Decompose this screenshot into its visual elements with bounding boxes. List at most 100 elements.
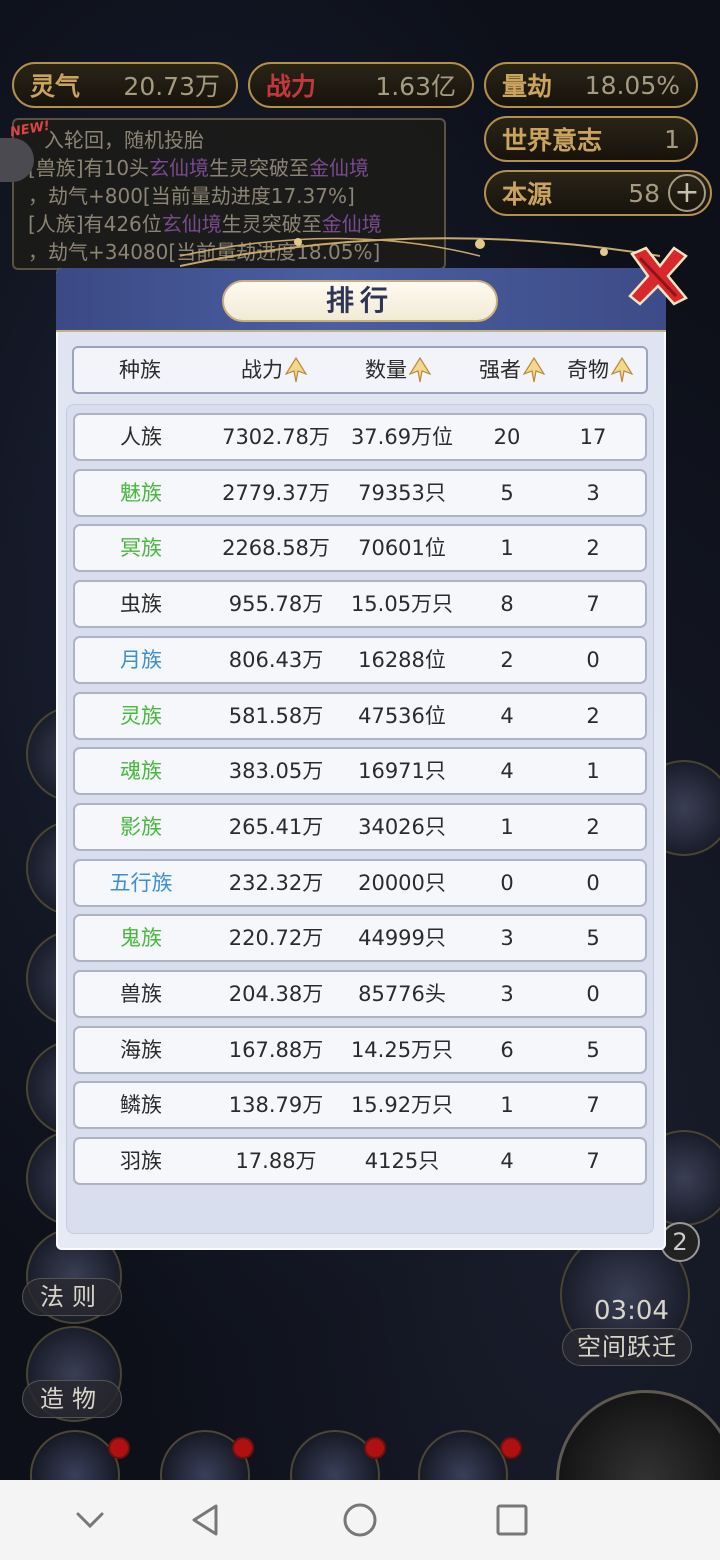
row-race: 月族 <box>120 647 162 672</box>
column-header-bar: 种族 战力 数量 强者 奇物 <box>72 346 648 394</box>
calamity-resource[interactable]: 量劫 18.05% <box>484 62 698 108</box>
row-power: 204.38万 <box>228 982 324 1006</box>
world-will-resource[interactable]: 世界意志 1 <box>484 116 698 162</box>
row-race: 五行族 <box>109 870 173 895</box>
row-strong: 4 <box>500 1149 514 1174</box>
row-strong: 4 <box>500 759 514 784</box>
ranking-dialog: 排行 种族 战力 数量 强者 奇物 人族 7302.78万 37.69万位 20 17 魅… <box>56 268 666 1250</box>
table-row[interactable]: 羽族 17.88万 4125只 4 7 <box>73 1137 647 1186</box>
row-power: 138.79万 <box>228 1093 324 1118</box>
table-row[interactable]: 冥族 2268.58万 70601位 1 2 <box>73 524 647 573</box>
row-count: 15.05万只 <box>350 592 454 617</box>
row-race: 人族 <box>120 425 162 449</box>
recent-apps-icon[interactable] <box>492 1500 532 1540</box>
origin-value: 58 <box>628 178 660 208</box>
row-treasure: 2 <box>586 703 600 728</box>
world-will-label: 世界意志 <box>502 126 603 155</box>
system-navigation-bar <box>0 1480 720 1560</box>
row-race: 羽族 <box>120 1149 162 1174</box>
power-resource[interactable]: 战力 1.63亿 <box>248 62 474 108</box>
table-row[interactable]: 魂族 383.05万 16971只 4 1 <box>73 747 647 796</box>
row-strong: 1 <box>500 814 514 839</box>
home-icon[interactable] <box>340 1500 380 1540</box>
header-power-sort[interactable]: 战力 <box>224 348 324 392</box>
row-race: 海族 <box>120 1037 162 1062</box>
table-row[interactable]: 魅族 2779.37万 79353只 5 3 <box>73 468 647 517</box>
row-treasure: 0 <box>586 647 600 672</box>
row-strong: 1 <box>500 1093 514 1118</box>
origin-label: 本源 <box>502 180 553 209</box>
row-strong: 3 <box>500 926 514 951</box>
row-strong: 20 <box>493 425 521 449</box>
row-treasure: 0 <box>586 982 600 1006</box>
dock-button[interactable] <box>30 1430 120 1480</box>
notification-dot <box>108 1437 130 1459</box>
row-race: 鬼族 <box>120 926 162 951</box>
row-power: 7302.78万 <box>222 425 330 449</box>
main-action-button[interactable] <box>556 1390 720 1480</box>
row-count: 20000只 <box>358 870 446 895</box>
table-row[interactable]: 影族 265.41万 34026只 1 2 <box>73 802 647 851</box>
row-treasure: 2 <box>586 814 600 839</box>
table-row[interactable]: 兽族 204.38万 85776头 3 0 <box>73 970 647 1018</box>
law-label: 法则 <box>22 1278 122 1316</box>
row-treasure: 7 <box>586 1149 600 1174</box>
power-value: 1.63亿 <box>375 72 456 101</box>
add-origin-button[interactable]: + <box>668 174 706 212</box>
spirit-resource[interactable]: 灵气 20.73万 <box>12 62 238 108</box>
row-treasure: 2 <box>586 536 600 561</box>
row-race: 魅族 <box>120 480 162 505</box>
close-icon[interactable] <box>626 244 690 308</box>
row-count: 16288位 <box>358 647 446 672</box>
chevron-down-icon[interactable] <box>70 1500 110 1540</box>
spirit-label: 灵气 <box>30 72 81 101</box>
row-power: 806.43万 <box>228 647 324 672</box>
row-race: 冥族 <box>120 536 162 561</box>
sort-arrow-icon <box>523 357 545 383</box>
header-strong-sort[interactable]: 强者 <box>472 348 552 392</box>
header-treasure-label: 奇物 <box>567 358 609 382</box>
power-label: 战力 <box>266 72 317 101</box>
header-count-sort[interactable]: 数量 <box>348 348 448 392</box>
row-power: 167.88万 <box>228 1037 324 1062</box>
dialog-title: 排行 <box>222 280 498 322</box>
row-race: 鳞族 <box>120 1093 162 1118</box>
table-row[interactable]: 灵族 581.58万 47536位 4 2 <box>73 691 647 740</box>
header-treasure-sort[interactable]: 奇物 <box>558 348 642 392</box>
table-row[interactable]: 鳞族 138.79万 15.92万只 1 7 <box>73 1081 647 1130</box>
sort-arrow-icon <box>285 357 307 383</box>
row-power: 2779.37万 <box>222 480 330 505</box>
row-power: 2268.58万 <box>222 536 330 561</box>
origin-resource[interactable]: 本源 58 + <box>484 170 712 216</box>
notification-dot <box>232 1437 254 1459</box>
header-race: 种族 <box>119 358 161 382</box>
row-power: 17.88万 <box>235 1149 317 1174</box>
row-count: 34026只 <box>358 814 446 839</box>
row-strong: 5 <box>500 480 514 505</box>
row-count: 70601位 <box>358 536 446 561</box>
row-strong: 1 <box>500 536 514 561</box>
row-count: 47536位 <box>358 703 446 728</box>
dock-button[interactable] <box>418 1430 508 1480</box>
ranking-list[interactable]: 人族 7302.78万 37.69万位 20 17 魅族 2779.37万 79353只 5 3 冥… <box>66 404 654 1234</box>
back-icon[interactable] <box>186 1500 226 1540</box>
row-count: 44999只 <box>358 926 446 951</box>
table-row[interactable]: 虫族 955.78万 15.05万只 8 7 <box>73 580 647 629</box>
row-treasure: 1 <box>586 759 600 784</box>
table-row[interactable]: 鬼族 220.72万 44999只 3 5 <box>73 914 647 963</box>
table-row[interactable]: 海族 167.88万 14.25万只 6 5 <box>73 1025 647 1074</box>
row-count: 16971只 <box>358 759 446 784</box>
create-label: 造物 <box>22 1380 122 1418</box>
table-row[interactable]: 五行族 232.32万 20000只 0 0 <box>73 858 647 907</box>
row-power: 232.32万 <box>228 870 324 895</box>
row-treasure: 3 <box>586 480 600 505</box>
table-row[interactable]: 月族 806.43万 16288位 2 0 <box>73 635 647 684</box>
table-row[interactable]: 人族 7302.78万 37.69万位 20 17 <box>73 413 647 461</box>
row-power: 265.41万 <box>228 814 324 839</box>
row-count: 79353只 <box>358 480 446 505</box>
row-treasure: 7 <box>586 592 600 617</box>
row-strong: 4 <box>500 703 514 728</box>
row-strong: 2 <box>500 647 514 672</box>
row-count: 14.25万只 <box>350 1037 454 1062</box>
row-count: 15.92万只 <box>350 1093 454 1118</box>
